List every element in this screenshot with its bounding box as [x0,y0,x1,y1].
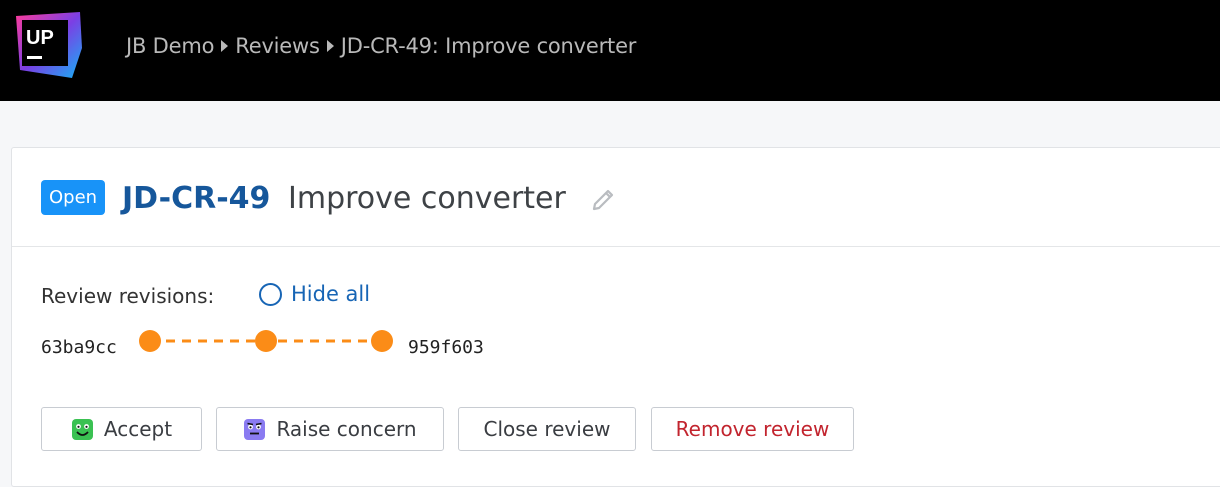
svg-text:UP: UP [26,27,54,49]
remove-review-button[interactable]: Remove review [651,407,854,451]
revision-dot[interactable] [371,330,393,352]
happy-face-icon [71,418,93,440]
breadcrumb-project[interactable]: JB Demo [126,34,214,58]
breadcrumb-reviews[interactable]: Reviews [235,34,320,58]
review-card: Open JD-CR-49 Improve converter Review r… [11,147,1220,487]
chevron-right-icon [326,40,334,52]
close-review-button[interactable]: Close review [458,407,636,451]
hide-all-label: Hide all [291,282,371,306]
top-bar: UP JB Demo Reviews JD-CR-49: Improve con… [0,0,1220,101]
status-badge: Open [41,180,106,215]
review-header: Open JD-CR-49 Improve converter [12,148,1220,247]
revision-end-hash[interactable]: 959f603 [408,337,484,358]
hide-all-toggle[interactable]: Hide all [259,282,370,306]
review-revisions-label: Review revisions: [41,284,215,308]
revision-dot[interactable] [139,330,161,352]
upsource-logo[interactable]: UP [10,8,84,82]
accept-button[interactable]: Accept [41,407,202,451]
breadcrumb-current-review[interactable]: JD-CR-49: Improve converter [341,34,637,58]
radio-icon [259,282,282,306]
breadcrumb: JB Demo Reviews JD-CR-49: Improve conver… [126,34,636,58]
chevron-right-icon [221,40,229,52]
review-id: JD-CR-49 [122,181,271,216]
pencil-icon[interactable] [590,185,618,213]
raise-concern-label: Raise concern [276,417,417,441]
revision-start-hash[interactable]: 63ba9cc [41,337,117,358]
review-title: Improve converter [288,181,566,216]
close-review-label: Close review [483,417,611,441]
remove-review-label: Remove review [675,417,830,441]
revision-dot[interactable] [255,330,277,352]
revision-timeline [139,330,393,352]
accept-label: Accept [103,417,173,441]
raise-concern-button[interactable]: Raise concern [216,407,444,451]
concerned-face-icon [244,418,266,440]
